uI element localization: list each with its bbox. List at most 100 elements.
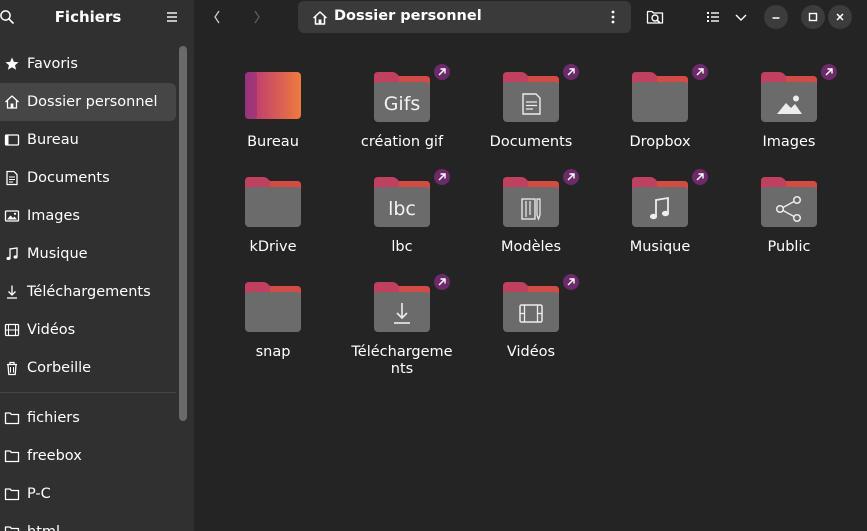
sidebar-item-label: Dossier personnel — [27, 94, 158, 110]
chevron-down-icon — [734, 10, 748, 24]
sidebar-item-corbeille[interactable]: Corbeille — [0, 349, 176, 387]
sidebar-item-musique[interactable]: Musique — [0, 235, 176, 273]
folder-icon — [760, 70, 818, 124]
folder-glyph: Gifs — [384, 93, 421, 115]
download-icon — [4, 284, 20, 300]
symlink-arrow-icon — [563, 274, 579, 290]
file-item[interactable]: lbc lbc — [341, 169, 463, 261]
sidebar-places-list: Favoris Dossier personnel Bureau Documents I… — [0, 45, 176, 531]
file-label: kDrive — [249, 239, 297, 255]
file-label: Bureau — [247, 134, 299, 150]
file-label: création gif — [360, 134, 444, 150]
sidebar-item-label: fichiers — [27, 410, 80, 426]
sidebar-item-vid-os[interactable]: Vidéos — [0, 311, 176, 349]
file-label: Documents — [489, 134, 573, 150]
sidebar-scrollbar[interactable] — [179, 46, 187, 421]
file-label: Vidéos — [506, 344, 556, 360]
file-item[interactable]: Bureau — [212, 70, 334, 156]
location-label: Dossier personnel — [334, 8, 482, 24]
folder-icon — [760, 175, 818, 229]
file-item[interactable]: Vidéos — [470, 274, 592, 366]
sidebar-item-label: Musique — [27, 246, 88, 262]
minimize-icon — [771, 12, 781, 22]
close-button[interactable] — [828, 5, 852, 29]
home-icon — [4, 94, 20, 110]
view-options-button[interactable] — [729, 5, 753, 29]
chevron-left-icon — [209, 9, 225, 25]
file-item[interactable]: Téléchargeme nts — [341, 274, 463, 377]
maximize-icon — [808, 12, 818, 22]
file-label: snap — [255, 344, 291, 360]
image-icon — [4, 208, 20, 224]
maximize-button[interactable] — [801, 5, 825, 29]
file-item[interactable]: Dropbox — [599, 64, 721, 156]
sidebar-item-label: Images — [27, 208, 80, 224]
desktop-folder-icon — [244, 70, 302, 124]
desktop-icon — [4, 132, 20, 148]
sidebar-item-documents[interactable]: Documents — [0, 159, 176, 197]
folder-icon — [502, 175, 560, 229]
forward-button[interactable] — [245, 5, 269, 29]
hamburger-menu-icon[interactable] — [164, 9, 180, 25]
sidebar-item-label: Vidéos — [27, 322, 76, 338]
file-label: Public — [767, 239, 811, 255]
sidebar-item-label: Corbeille — [27, 360, 92, 376]
symlink-arrow-icon — [563, 64, 579, 80]
sidebar-item-fichiers[interactable]: fichiers — [0, 399, 176, 437]
folder-icon — [244, 280, 302, 334]
document-icon — [4, 170, 20, 186]
file-item[interactable]: Documents — [470, 64, 592, 156]
sidebar-item-favoris[interactable]: Favoris — [0, 45, 176, 83]
file-item[interactable]: Modèles — [470, 169, 592, 261]
symlink-arrow-icon — [434, 169, 450, 185]
folder-glyph: lbc — [388, 198, 416, 220]
sidebar-item-bureau[interactable]: Bureau — [0, 121, 176, 159]
sidebar-item-label: Téléchargements — [27, 284, 151, 300]
trash-icon — [4, 360, 20, 376]
symlink-arrow-icon — [692, 169, 708, 185]
symlink-arrow-icon — [434, 64, 450, 80]
chevron-right-icon — [249, 9, 265, 25]
symlink-arrow-icon — [434, 274, 450, 290]
sidebar-item-freebox[interactable]: freebox — [0, 437, 176, 475]
file-label: Modèles — [500, 239, 561, 255]
symlink-arrow-icon — [563, 169, 579, 185]
file-label: lbc — [391, 239, 413, 255]
music-icon — [4, 246, 20, 262]
folder-icon — [502, 280, 560, 334]
video-icon — [4, 322, 20, 338]
search-in-folder-button[interactable] — [643, 5, 667, 29]
sidebar-item-html[interactable]: html — [0, 513, 176, 531]
file-item[interactable]: snap — [212, 280, 334, 366]
file-item[interactable]: kDrive — [212, 175, 334, 261]
folder-icon: Gifs — [373, 70, 431, 124]
sidebar-item-p-c[interactable]: P-C — [0, 475, 176, 513]
sidebar-item-dossier-personnel[interactable]: Dossier personnel — [0, 83, 176, 121]
file-item[interactable]: Public — [728, 175, 850, 261]
file-item[interactable]: Images — [728, 64, 850, 156]
file-label: Téléchargeme nts — [341, 344, 463, 378]
sidebar-header: Fichiers — [0, 0, 194, 34]
file-item[interactable]: Musique — [599, 169, 721, 261]
location-bar[interactable]: Dossier personnel — [298, 1, 631, 33]
minimize-button[interactable] — [764, 5, 788, 29]
sidebar-item-images[interactable]: Images — [0, 197, 176, 235]
sidebar-item-label: html — [27, 524, 60, 531]
folder-icon: lbc — [373, 175, 431, 229]
folder-icon — [502, 70, 560, 124]
close-icon — [835, 12, 845, 22]
file-item[interactable]: Gifs création gif — [341, 64, 463, 156]
folder-icon — [631, 175, 689, 229]
folder-icon — [373, 280, 431, 334]
back-button[interactable] — [205, 5, 229, 29]
folder-icon — [4, 448, 20, 464]
sidebar-item-label: P-C — [27, 486, 51, 502]
more-options-icon[interactable] — [605, 9, 621, 25]
folder-icon — [4, 486, 20, 502]
sidebar-item-label: freebox — [27, 448, 82, 464]
sidebar-item-t-l-chargements[interactable]: Téléchargements — [0, 273, 176, 311]
folder-icon — [4, 410, 20, 426]
list-view-icon — [705, 9, 721, 25]
list-view-button[interactable] — [701, 5, 725, 29]
app-title: Fichiers — [54, 8, 122, 26]
